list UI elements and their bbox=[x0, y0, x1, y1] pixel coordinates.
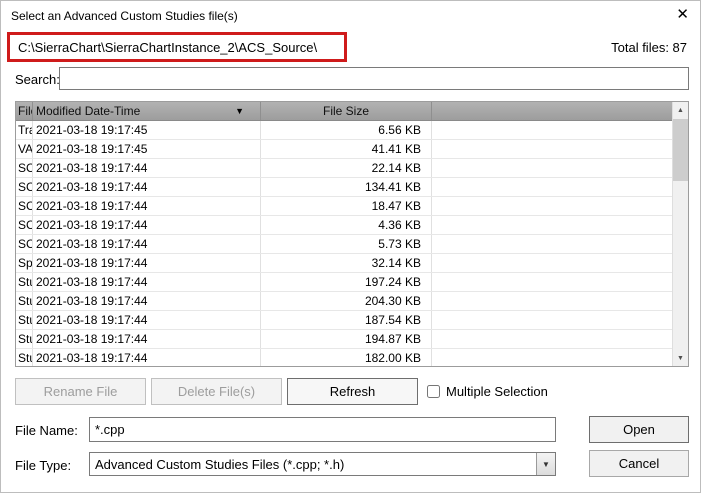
cell-file: SCS bbox=[16, 178, 33, 196]
table-row[interactable]: Stu 2021-03-18 19:17:44 182.00 KB bbox=[16, 349, 674, 366]
cell-file: Stu bbox=[16, 349, 33, 366]
table-row[interactable]: Stu 2021-03-18 19:17:44 194.87 KB bbox=[16, 330, 674, 349]
cell-extra bbox=[432, 235, 674, 253]
table-row[interactable]: SCS 2021-03-18 19:17:44 22.14 KB bbox=[16, 159, 674, 178]
table-row[interactable]: SCS 2021-03-18 19:17:44 18.47 KB bbox=[16, 197, 674, 216]
close-icon[interactable]: ✕ bbox=[676, 6, 689, 24]
annotation-highlight-box: C:\SierraChart\SierraChartInstance_2\ACS… bbox=[7, 32, 347, 62]
cell-modified: 2021-03-18 19:17:44 bbox=[33, 273, 261, 291]
cell-modified: 2021-03-18 19:17:44 bbox=[33, 178, 261, 196]
cell-size: 6.56 KB bbox=[261, 121, 432, 139]
cell-modified: 2021-03-18 19:17:45 bbox=[33, 140, 261, 158]
column-header-size[interactable]: File Size bbox=[261, 102, 432, 120]
cell-size: 4.36 KB bbox=[261, 216, 432, 234]
cell-size: 197.24 KB bbox=[261, 273, 432, 291]
cell-file: SCS bbox=[16, 159, 33, 177]
table-row[interactable]: SCS 2021-03-18 19:17:44 4.36 KB bbox=[16, 216, 674, 235]
cell-file: SCS bbox=[16, 197, 33, 215]
table-scrollbar[interactable]: ▲ ▼ bbox=[672, 102, 688, 366]
column-header-file[interactable]: File bbox=[16, 102, 33, 120]
cell-modified: 2021-03-18 19:17:44 bbox=[33, 197, 261, 215]
file-type-select[interactable]: Advanced Custom Studies Files (*.cpp; *.… bbox=[89, 452, 556, 476]
cell-extra bbox=[432, 140, 674, 158]
scroll-up-icon[interactable]: ▲ bbox=[673, 102, 688, 118]
cell-modified: 2021-03-18 19:17:44 bbox=[33, 330, 261, 348]
cell-modified: 2021-03-18 19:17:44 bbox=[33, 159, 261, 177]
file-list-table: File Modified Date-Time ▼ File Size Tra … bbox=[15, 101, 689, 367]
cell-file: SCS bbox=[16, 216, 33, 234]
cell-size: 182.00 KB bbox=[261, 349, 432, 366]
cell-extra bbox=[432, 349, 674, 366]
cell-file: Stu bbox=[16, 311, 33, 329]
dialog-title: Select an Advanced Custom Studies file(s… bbox=[11, 9, 238, 23]
cell-file: Tra bbox=[16, 121, 33, 139]
file-type-label: File Type: bbox=[15, 458, 72, 473]
cell-size: 187.54 KB bbox=[261, 311, 432, 329]
cell-modified: 2021-03-18 19:17:45 bbox=[33, 121, 261, 139]
cell-size: 41.41 KB bbox=[261, 140, 432, 158]
cell-size: 134.41 KB bbox=[261, 178, 432, 196]
open-button[interactable]: Open bbox=[589, 416, 689, 443]
cell-file: Spr bbox=[18, 254, 33, 272]
table-row[interactable]: VAF 2021-03-18 19:17:45 41.41 KB bbox=[16, 140, 674, 159]
cell-size: 32.14 KB bbox=[261, 254, 432, 272]
search-label: Search: bbox=[15, 72, 60, 87]
search-input[interactable] bbox=[59, 67, 689, 90]
cell-modified: 2021-03-18 19:17:44 bbox=[33, 311, 261, 329]
table-row[interactable]: Stu 2021-03-18 19:17:44 197.24 KB bbox=[16, 273, 674, 292]
cell-file: Stu bbox=[16, 273, 33, 291]
cell-extra bbox=[432, 292, 674, 310]
cell-modified: 2021-03-18 19:17:44 bbox=[33, 254, 261, 272]
total-files-label: Total files: 87 bbox=[611, 40, 687, 55]
scroll-down-icon[interactable]: ▼ bbox=[673, 350, 688, 366]
cell-size: 5.73 KB bbox=[261, 235, 432, 253]
cell-modified: 2021-03-18 19:17:44 bbox=[33, 235, 261, 253]
cell-extra bbox=[432, 254, 674, 272]
file-name-label: File Name: bbox=[15, 423, 78, 438]
table-row[interactable]: Spr 2021-03-18 19:17:44 32.14 KB bbox=[16, 254, 674, 273]
cell-modified: 2021-03-18 19:17:44 bbox=[33, 349, 261, 366]
cell-file: SC_ bbox=[16, 235, 33, 253]
multiple-selection-checkbox[interactable] bbox=[427, 385, 440, 398]
directory-path: C:\SierraChart\SierraChartInstance_2\ACS… bbox=[18, 39, 318, 55]
cell-modified: 2021-03-18 19:17:44 bbox=[33, 292, 261, 310]
cell-extra bbox=[432, 121, 674, 139]
cell-modified: 2021-03-18 19:17:44 bbox=[33, 216, 261, 234]
cell-size: 204.30 KB bbox=[261, 292, 432, 310]
column-header-extra[interactable] bbox=[432, 102, 674, 120]
delete-files-button[interactable]: Delete File(s) bbox=[151, 378, 282, 405]
cell-extra bbox=[432, 197, 674, 215]
cell-extra bbox=[432, 216, 674, 234]
cancel-button[interactable]: Cancel bbox=[589, 450, 689, 477]
cell-extra bbox=[432, 178, 674, 196]
scrollbar-thumb[interactable] bbox=[673, 119, 688, 181]
table-row[interactable]: Stu 2021-03-18 19:17:44 204.30 KB bbox=[16, 292, 674, 311]
table-header-row: File Modified Date-Time ▼ File Size bbox=[16, 102, 674, 121]
refresh-button[interactable]: Refresh bbox=[287, 378, 418, 405]
cell-file: VAF bbox=[18, 140, 33, 158]
cell-size: 194.87 KB bbox=[261, 330, 432, 348]
cell-file: Stu bbox=[16, 292, 33, 310]
combo-dropdown-icon[interactable]: ▼ bbox=[536, 453, 555, 475]
cell-extra bbox=[432, 330, 674, 348]
file-name-input[interactable] bbox=[89, 417, 556, 442]
cell-extra bbox=[432, 311, 674, 329]
select-acs-file-dialog: Select an Advanced Custom Studies file(s… bbox=[0, 0, 701, 493]
multiple-selection-label: Multiple Selection bbox=[446, 384, 548, 399]
column-header-modified-label: Modified Date-Time bbox=[36, 104, 141, 118]
column-header-modified[interactable]: Modified Date-Time ▼ bbox=[33, 102, 261, 120]
cell-extra bbox=[432, 273, 674, 291]
cell-size: 18.47 KB bbox=[261, 197, 432, 215]
sort-descending-icon: ▼ bbox=[235, 106, 244, 116]
file-type-value: Advanced Custom Studies Files (*.cpp; *.… bbox=[95, 456, 345, 472]
rename-file-button[interactable]: Rename File bbox=[15, 378, 146, 405]
table-row[interactable]: Stu 2021-03-18 19:17:44 187.54 KB bbox=[16, 311, 674, 330]
cell-file: Stu bbox=[16, 330, 33, 348]
table-body: Tra 2021-03-18 19:17:45 6.56 KB VAF 2021… bbox=[16, 121, 674, 366]
cell-extra bbox=[432, 159, 674, 177]
cell-size: 22.14 KB bbox=[261, 159, 432, 177]
table-row[interactable]: Tra 2021-03-18 19:17:45 6.56 KB bbox=[16, 121, 674, 140]
table-row[interactable]: SC_ 2021-03-18 19:17:44 5.73 KB bbox=[16, 235, 674, 254]
table-row[interactable]: SCS 2021-03-18 19:17:44 134.41 KB bbox=[16, 178, 674, 197]
